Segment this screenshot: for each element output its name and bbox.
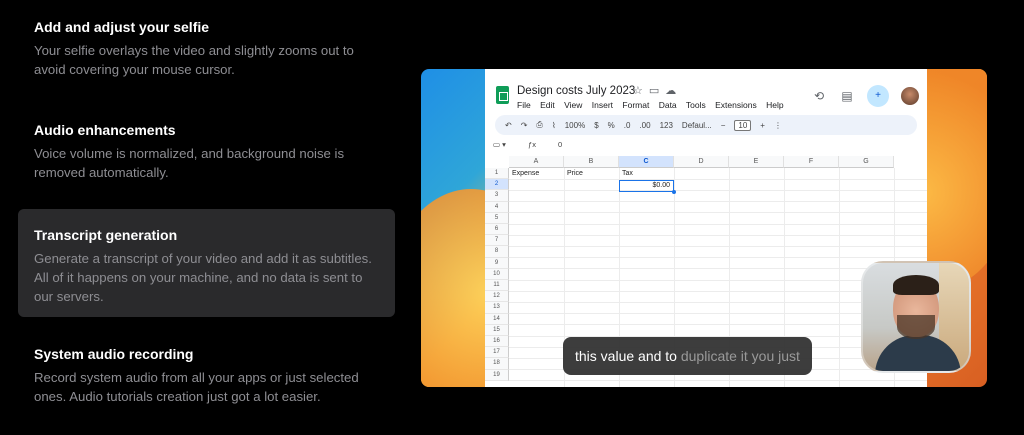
row-header[interactable]: 9 — [485, 257, 509, 269]
menu-view[interactable]: View — [564, 100, 582, 110]
menu-bar: File Edit View Insert Format Data Tools … — [517, 100, 791, 110]
column-header[interactable]: A — [509, 156, 564, 168]
cell-c1[interactable]: Tax — [622, 170, 633, 177]
feature-description: Your selfie overlays the video and sligh… — [34, 43, 354, 77]
row-header[interactable]: 3 — [485, 190, 509, 202]
column-header[interactable]: G — [839, 156, 894, 168]
row-header[interactable]: 10 — [485, 268, 509, 280]
selected-cell-c2[interactable]: $0.00 — [619, 180, 676, 194]
row-header[interactable]: 13 — [485, 302, 509, 314]
menu-file[interactable]: File — [517, 100, 531, 110]
paint-format-icon[interactable]: ⌇ — [552, 121, 556, 130]
row-header[interactable]: 17 — [485, 347, 509, 359]
sheets-header: Design costs July 2023 ☆▭☁ File Edit Vie… — [485, 69, 927, 113]
cloud-icon: ☁ — [665, 85, 683, 97]
row-header[interactable]: 15 — [485, 324, 509, 336]
history-icon[interactable]: ⟲ — [811, 88, 827, 104]
sheets-logo-icon — [496, 86, 509, 104]
menu-data[interactable]: Data — [659, 100, 677, 110]
column-header[interactable]: F — [784, 156, 839, 168]
formula-bar: ▭ ▾ ƒx 0 — [485, 140, 927, 154]
row-header[interactable]: 4 — [485, 201, 509, 213]
font-select[interactable]: Defaul... — [682, 121, 712, 130]
avatar[interactable] — [901, 87, 919, 105]
grid-line — [509, 223, 927, 225]
menu-tools[interactable]: Tools — [686, 100, 706, 110]
row-header[interactable]: 6 — [485, 224, 509, 236]
print-icon[interactable]: ⎙ — [536, 120, 542, 130]
feature-title: Transcript generation — [34, 227, 178, 243]
caption-upcoming: duplicate it you just — [680, 348, 800, 364]
currency-button[interactable]: $ — [594, 121, 598, 130]
feature-title: System audio recording — [34, 346, 194, 362]
more-options-icon[interactable]: ⋮ — [774, 121, 782, 130]
menu-help[interactable]: Help — [766, 100, 783, 110]
redo-icon[interactable]: ↷ — [521, 121, 528, 130]
feature-title: Audio enhancements — [34, 122, 176, 138]
decrease-decimal-button[interactable]: .0 — [624, 121, 631, 130]
subtitle-caption: this value and to duplicate it you just — [563, 337, 812, 375]
feature-system-audio[interactable]: System audio recording Record system aud… — [18, 346, 395, 406]
selfie-overlay[interactable] — [861, 261, 971, 373]
row-header[interactable]: 16 — [485, 336, 509, 348]
feature-audio-enhancements[interactable]: Audio enhancements Voice volume is norma… — [18, 122, 395, 182]
folder-icon[interactable]: ▭ — [649, 85, 665, 97]
feature-description: Voice volume is normalized, and backgrou… — [34, 146, 345, 180]
feature-description: Record system audio from all your apps o… — [34, 370, 359, 404]
menu-extensions[interactable]: Extensions — [715, 100, 757, 110]
caption-spoken: this value and to — [575, 348, 681, 364]
cell-a1[interactable]: Expense — [512, 170, 539, 177]
font-size-decrease[interactable]: − — [721, 121, 726, 130]
formula-input[interactable]: 0 — [558, 140, 562, 149]
menu-insert[interactable]: Insert — [592, 100, 613, 110]
star-icon[interactable]: ☆ — [633, 85, 649, 97]
document-title[interactable]: Design costs July 2023 — [517, 85, 635, 97]
row-header[interactable]: 7 — [485, 235, 509, 247]
font-size-increase[interactable]: + — [760, 121, 765, 130]
feature-title: Add and adjust your selfie — [34, 19, 210, 35]
feature-selfie[interactable]: Add and adjust your selfie Your selfie o… — [18, 19, 395, 79]
percent-button[interactable]: % — [608, 121, 615, 130]
menu-format[interactable]: Format — [622, 100, 649, 110]
feature-description: Generate a transcript of your video and … — [34, 251, 372, 304]
row-header[interactable]: 8 — [485, 246, 509, 258]
row-header[interactable]: 19 — [485, 369, 509, 381]
grid-line — [509, 380, 927, 382]
share-icon[interactable]: + — [867, 85, 889, 107]
font-size-input[interactable]: 10 — [734, 119, 752, 131]
row-header[interactable]: 1 — [485, 168, 509, 180]
comment-icon[interactable]: ▤ — [839, 88, 855, 104]
row-header[interactable]: 5 — [485, 212, 509, 224]
row-header[interactable]: 12 — [485, 291, 509, 303]
grid-line — [509, 234, 927, 236]
row-header[interactable]: 14 — [485, 313, 509, 325]
fx-icon: ƒx — [528, 140, 536, 149]
increase-decimal-button[interactable]: .00 — [639, 121, 650, 130]
row-header[interactable]: 11 — [485, 280, 509, 292]
row-header[interactable]: 18 — [485, 358, 509, 370]
grid-line — [509, 212, 927, 214]
column-header[interactable]: B — [564, 156, 619, 168]
menu-edit[interactable]: Edit — [540, 100, 555, 110]
grid-line — [509, 245, 927, 247]
grid-line — [509, 257, 927, 259]
column-header[interactable]: C — [619, 156, 674, 168]
column-header[interactable]: E — [729, 156, 784, 168]
feature-transcript-generation[interactable]: Transcript generation Generate a transcr… — [18, 209, 395, 317]
title-icons: ☆▭☁ — [633, 84, 682, 97]
name-box[interactable]: ▭ ▾ — [493, 140, 506, 149]
format-toolbar: ↶ ↷ ⎙ ⌇ 100% $ % .0 .00 123 Defaul... − … — [495, 115, 917, 135]
grid-line — [509, 178, 927, 180]
row-header[interactable]: 2 — [485, 179, 509, 191]
header-actions: ⟲ ▤ + — [811, 85, 919, 107]
zoom-select[interactable]: 100% — [565, 121, 585, 130]
undo-icon[interactable]: ↶ — [505, 121, 512, 130]
number-format-button[interactable]: 123 — [660, 121, 673, 130]
cell-b1[interactable]: Price — [567, 170, 583, 177]
column-header[interactable]: D — [674, 156, 729, 168]
grid-line — [509, 201, 927, 203]
grid-line — [509, 189, 927, 191]
video-preview: Design costs July 2023 ☆▭☁ File Edit Vie… — [421, 69, 987, 387]
